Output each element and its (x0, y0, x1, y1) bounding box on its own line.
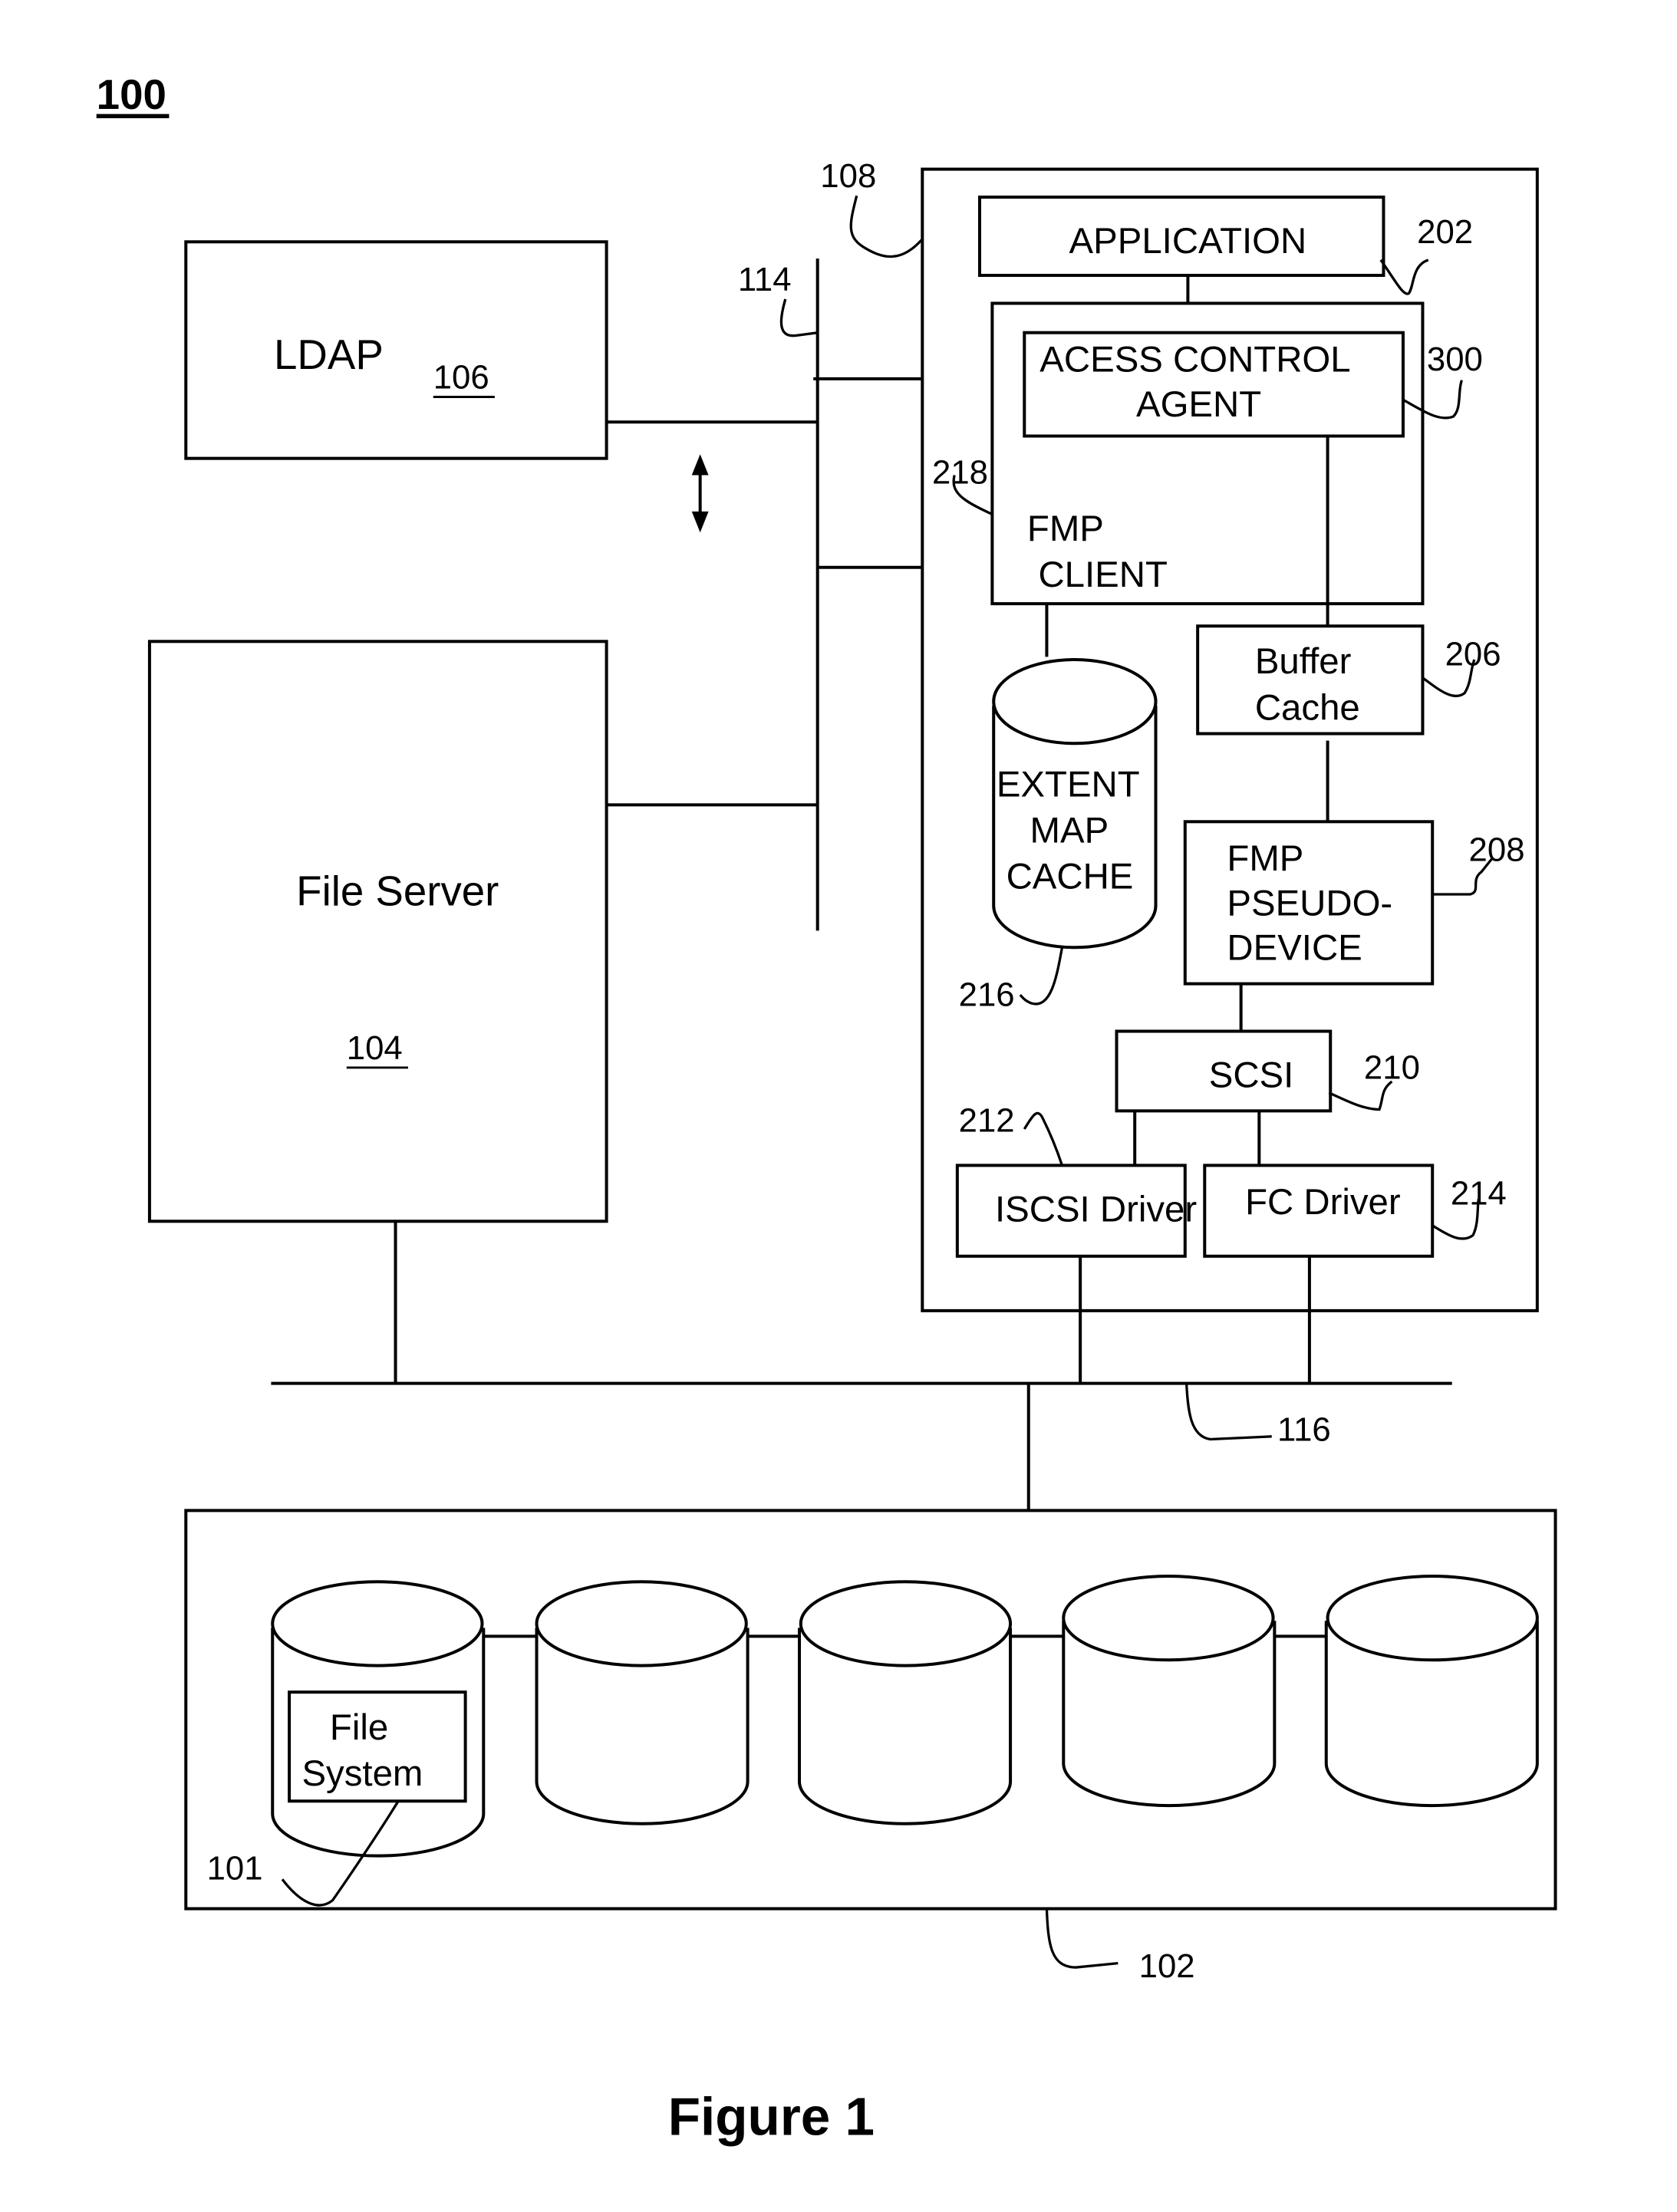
storage-array-ref: 102 (1139, 1947, 1195, 1985)
file-server[interactable]: File Server 104 (147, 640, 608, 1223)
ldap-box[interactable] (184, 240, 608, 460)
disk-1[interactable]: File System (271, 1580, 486, 1858)
cache-label-3: CACHE (1007, 857, 1134, 897)
scsi-ref: 210 (1364, 1048, 1420, 1086)
application-label: APPLICATION (1069, 221, 1307, 262)
cache-top (992, 657, 1158, 746)
file-system-ref: 101 (207, 1849, 263, 1887)
host-leader (849, 195, 924, 258)
pseudo-label-1: FMP (1227, 838, 1303, 879)
disk-4[interactable] (1062, 1574, 1277, 1808)
ldap-ref: 106 (433, 359, 489, 397)
disk-3-top (799, 1580, 1013, 1667)
storage-array[interactable]: File System 101 102 (184, 1509, 1557, 1985)
disk-2[interactable] (535, 1580, 750, 1825)
iscsi-driver-ref: 212 (959, 1102, 1015, 1140)
aca-label-1: ACESS CONTROL (1039, 340, 1350, 380)
pseudo-label-2: PSEUDO- (1227, 883, 1392, 923)
storage-array-leader (1045, 1908, 1119, 1969)
san-leader (1184, 1383, 1272, 1441)
scsi-label: SCSI (1209, 1055, 1294, 1095)
fc-driver-label: FC Driver (1245, 1182, 1401, 1223)
file-system-label-1: File (330, 1707, 388, 1748)
buffer-cache-label-2: Cache (1255, 687, 1360, 728)
file-system-label-2: System (301, 1753, 423, 1794)
disk-2-top (535, 1580, 748, 1667)
san-ref: 116 (1277, 1410, 1331, 1448)
buffer-cache-label-1: Buffer (1255, 641, 1352, 682)
disk-5-top (1326, 1574, 1539, 1662)
file-server-label: File Server (296, 868, 499, 915)
fmp-client-ref: 218 (932, 453, 988, 491)
ldap-server[interactable]: LDAP 106 (184, 240, 608, 460)
cache-ref: 216 (959, 976, 1015, 1014)
figure-caption: Figure 1 (668, 2087, 875, 2147)
pseudo-ref: 208 (1469, 831, 1525, 868)
pseudo-label-3: DEVICE (1227, 928, 1362, 969)
aca-label-2: AGENT (1136, 384, 1261, 425)
cache-label-2: MAP (1030, 811, 1109, 851)
network-ref-114: 114 (738, 261, 792, 298)
application-ref: 202 (1417, 213, 1473, 251)
disk-1-top (271, 1580, 484, 1667)
cache-label-1: EXTENT (997, 765, 1140, 805)
file-server-ref: 104 (347, 1029, 403, 1067)
network-114-leader (779, 298, 818, 337)
disk-4-top (1062, 1574, 1275, 1662)
ldap-label: LDAP (274, 331, 384, 378)
disk-3[interactable] (797, 1580, 1013, 1825)
figure-number: 100 (97, 71, 166, 118)
aca-ref: 300 (1427, 341, 1483, 378)
fmp-client-label-2: CLIENT (1038, 555, 1167, 595)
file-server-box[interactable] (147, 640, 608, 1223)
iscsi-driver-label: ISCSI Driver (995, 1189, 1197, 1229)
diagram-canvas: 100 LDAP 106 File Server 104 114 108 APP… (97, 71, 1557, 2147)
host-ref: 108 (820, 157, 876, 195)
bidirectional-arrow-icon (691, 454, 709, 533)
fmp-client-label-1: FMP (1027, 509, 1104, 549)
disk-5[interactable] (1324, 1574, 1539, 1808)
